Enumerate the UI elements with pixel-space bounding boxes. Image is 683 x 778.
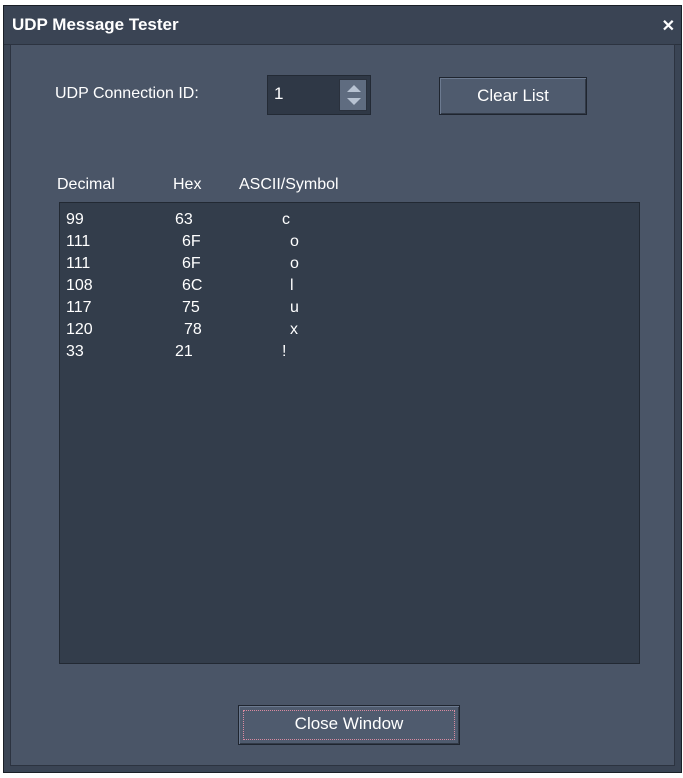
list-item[interactable]: 33 21! [60,343,639,365]
cell-hex: 21 [175,343,193,360]
cell-ascii: x [290,321,298,338]
cell-hex: 63 [175,211,193,228]
cell-decimal: 33 [66,343,84,360]
cell-ascii: u [290,299,299,316]
column-header-ascii: ASCII/Symbol [239,176,339,193]
cell-hex: 78 [184,321,202,338]
title-bar[interactable]: UDP Message Tester ✕ [4,6,681,45]
cell-ascii: c [282,211,290,228]
close-icon[interactable]: ✕ [662,16,675,36]
connection-id-label: UDP Connection ID: [55,85,199,102]
cell-hex: 6C [182,277,203,294]
cell-ascii: o [290,233,299,250]
udp-message-tester-window: UDP Message Tester ✕ UDP Connection ID: … [3,5,682,773]
cell-decimal: 111 [66,233,91,250]
window-client-area: UDP Connection ID: 1 Clear List Decimal … [10,44,675,766]
cell-hex: 6F [182,255,201,272]
spinner-buttons[interactable] [339,79,367,111]
cell-ascii: l [290,277,294,294]
cell-ascii: o [290,255,299,272]
message-list[interactable]: 99 63 c 111 6F o 111 6F o 108 6C l 117 75 u 120 78 x 33 21! [59,202,640,664]
list-item[interactable]: 120 78 x [60,321,639,343]
column-header-hex: Hex [173,176,202,193]
window-title: UDP Message Tester [12,15,179,34]
list-item[interactable]: 111 6F o [60,233,639,255]
cell-decimal: 111 [66,255,91,272]
connection-id-spinner[interactable]: 1 [267,75,371,115]
list-item[interactable]: 117 75 u [60,299,639,321]
cell-hex: 6F [182,233,201,250]
focus-rectangle [243,710,455,740]
spinner-up-arrow-icon[interactable] [347,85,361,92]
spinner-down-arrow-icon[interactable] [347,98,361,105]
cell-decimal: 99 [66,211,84,228]
connection-id-value[interactable]: 1 [274,84,283,104]
cell-decimal: 117 [66,299,92,316]
list-item[interactable]: 111 6F o [60,255,639,277]
clear-list-button[interactable]: Clear List [439,77,587,115]
list-item[interactable]: 108 6C l [60,277,639,299]
cell-hex: 75 [182,299,200,316]
cell-decimal: 120 [66,321,93,338]
list-item[interactable]: 99 63 c [60,211,639,233]
cell-decimal: 108 [66,277,93,294]
close-window-button[interactable]: Close Window [238,705,460,745]
column-header-decimal: Decimal [57,176,115,193]
cell-ascii: ! [282,343,287,360]
